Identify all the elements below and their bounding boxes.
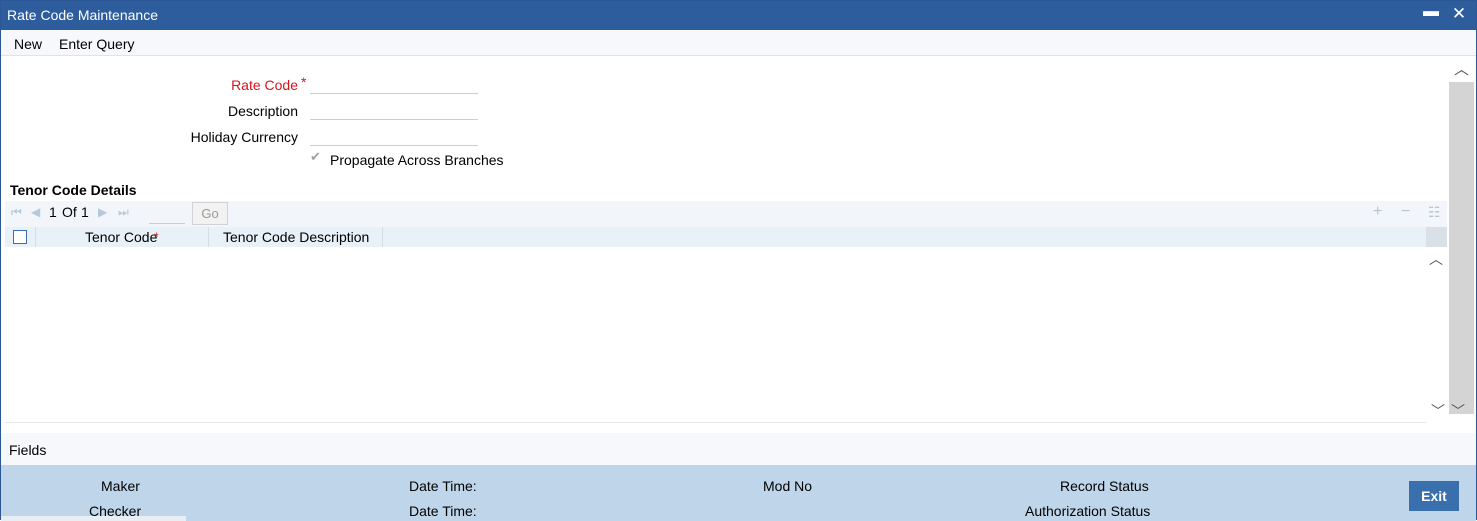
previous-page-icon[interactable]: ◀ [31, 205, 40, 219]
grid-header-filler [1426, 227, 1447, 247]
menu-item-enter-query[interactable]: Enter Query [59, 36, 134, 52]
first-page-icon[interactable]: ⏮ [11, 205, 22, 220]
propagate-across-branches-checkbox[interactable]: ✔ [310, 149, 324, 165]
menu-bar: New Enter Query [1, 30, 1476, 56]
window-title: Rate Code Maintenance [7, 7, 158, 23]
title-bar: Rate Code Maintenance ▬ ✕ [1, 1, 1476, 30]
description-label: Description [227, 103, 298, 119]
holiday-currency-label: Holiday Currency [190, 129, 298, 145]
tenor-code-details-title: Tenor Code Details [10, 182, 137, 198]
total-pages: 1 [81, 204, 89, 220]
rate-code-required-marker: * [301, 74, 307, 90]
scroll-up-icon[interactable]: ︿ [1454, 58, 1469, 79]
scroll-down-controls: ﹀ ﹀ [1431, 401, 1471, 421]
page-scrollbar[interactable]: ︿ [1448, 56, 1475, 421]
maker-label: Maker [101, 478, 140, 494]
column-divider [382, 227, 383, 247]
footer-divider [1, 516, 186, 521]
last-page-icon[interactable]: ⏭ [118, 205, 129, 220]
column-header-tenor-code[interactable]: Tenor Code [85, 227, 157, 247]
page-number-input[interactable] [149, 204, 185, 224]
description-input[interactable] [310, 100, 478, 120]
tenor-grid-header: Tenor Code * Tenor Code Description [5, 227, 1426, 247]
grid-scroll-down-icon[interactable]: ﹀ [1431, 403, 1445, 419]
scrollbar-thumb[interactable] [1449, 82, 1474, 414]
rate-code-maintenance-window: Rate Code Maintenance ▬ ✕ New Enter Quer… [0, 0, 1477, 521]
column-header-tenor-code-description[interactable]: Tenor Code Description [223, 227, 369, 247]
exit-button[interactable]: Exit [1409, 481, 1459, 511]
delete-row-icon[interactable]: − [1401, 203, 1410, 221]
tenor-code-required-marker: * [154, 230, 159, 244]
next-page-icon[interactable]: ▶ [98, 205, 107, 219]
current-page: 1 [49, 204, 57, 220]
list-view-icon[interactable]: ☷ [1428, 204, 1441, 221]
checker-date-time-label: Date Time: [409, 503, 477, 519]
add-row-icon[interactable]: + [1373, 203, 1382, 221]
page-of-label: Of [62, 204, 77, 220]
check-icon: ✔ [310, 149, 321, 164]
propagate-across-branches-label: Propagate Across Branches [330, 152, 504, 168]
tenor-grid-body [5, 247, 1426, 423]
menu-item-new[interactable]: New [14, 36, 42, 52]
select-all-checkbox[interactable] [13, 230, 27, 244]
audit-footer: Maker Checker Date Time: Date Time: Mod … [1, 465, 1476, 521]
rate-code-input[interactable] [310, 74, 478, 94]
tenor-grid-toolbar: ⏮ ◀ 1 Of 1 ▶ ⏭ Go + − ☷ [5, 201, 1447, 227]
fields-link[interactable]: Fields [9, 442, 46, 458]
column-divider [35, 227, 36, 247]
authorization-status-label: Authorization Status [1025, 503, 1151, 519]
close-icon[interactable]: ✕ [1449, 4, 1469, 26]
mod-no-label: Mod No [763, 478, 813, 494]
go-button[interactable]: Go [192, 202, 228, 225]
column-divider [208, 227, 209, 247]
grid-scroll-up-icon[interactable]: ︿ [1429, 249, 1443, 269]
rate-code-label: Rate Code [231, 77, 298, 93]
minimize-icon[interactable]: ▬ [1421, 3, 1441, 25]
holiday-currency-input[interactable] [310, 126, 478, 146]
fields-bar: Fields [1, 433, 1476, 465]
scroll-down-icon[interactable]: ﹀ [1451, 403, 1465, 419]
maker-date-time-label: Date Time: [409, 478, 477, 494]
record-status-label: Record Status [1060, 478, 1149, 494]
